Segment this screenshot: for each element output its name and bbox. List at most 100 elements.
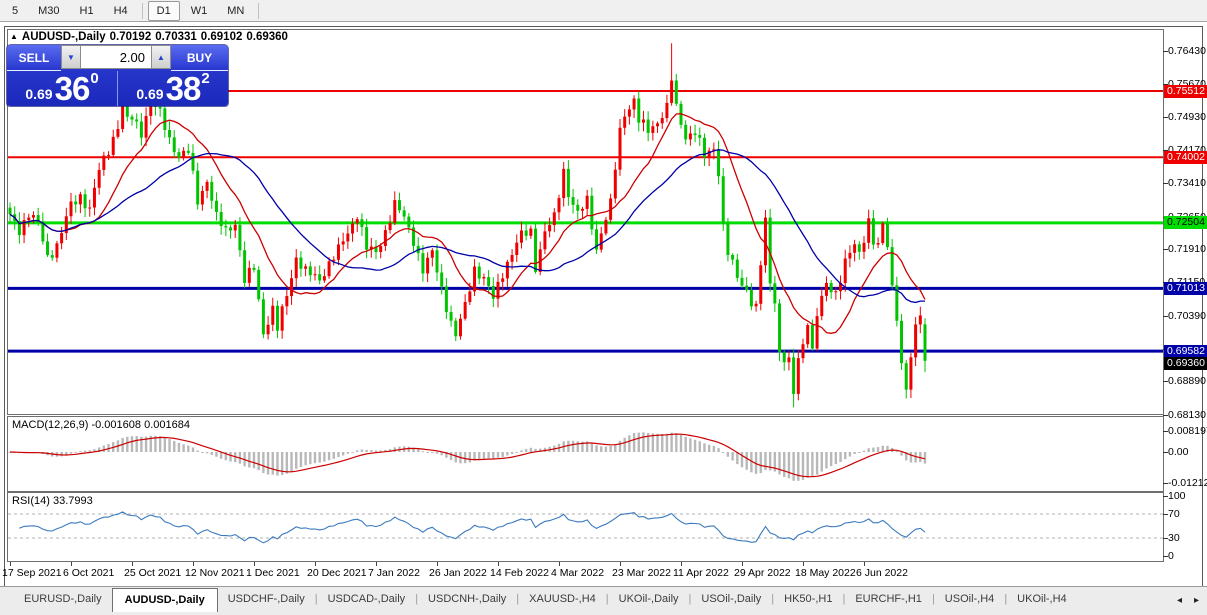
horizontal-levels-layer [8, 90, 1163, 353]
volume-input[interactable] [81, 45, 151, 69]
date-axis-label: 11 Apr 2022 [672, 567, 729, 579]
sell-price-big: 36 [54, 70, 91, 107]
price-axis-label: 0.68130 [1168, 408, 1206, 421]
timeframe-button-m30[interactable]: M30 [29, 1, 68, 21]
date-axis-label: 23 Mar 2022 [611, 567, 671, 579]
timeframe-button-5[interactable]: 5 [3, 1, 27, 21]
sell-price-small: 0.69 [25, 86, 53, 102]
level-price-chip: 0.71013 [1164, 281, 1207, 295]
timeframe-button-w1[interactable]: W1 [182, 1, 217, 21]
price-axis-label: 0.70390 [1168, 309, 1206, 322]
toolbar-separator [258, 2, 260, 19]
symbol-tab-hk50-h1[interactable]: HK50-,H1 [774, 589, 842, 608]
volume-decrease-icon[interactable]: ▼ [61, 45, 81, 69]
sell-button[interactable]: SELL [7, 45, 61, 71]
symbol-tab-eurusd-daily[interactable]: EURUSD-,Daily [14, 589, 112, 608]
macd-axis-label: 0.008197 [1168, 425, 1207, 438]
date-axis-label: 4 Mar 2022 [550, 567, 605, 579]
price-axis-label: 0.73410 [1168, 177, 1206, 190]
date-axis-label: 7 Jan 2022 [367, 567, 420, 579]
rsi-axis-label: 30 [1168, 532, 1180, 544]
date-axis-tick [10, 562, 11, 566]
sell-price-sup: 0 [90, 70, 99, 87]
date-axis-label: 14 Feb 2022 [489, 567, 549, 579]
symbol-tab-usdcad-daily[interactable]: USDCAD-,Daily [318, 589, 416, 608]
date-axis-tick [314, 562, 316, 566]
date-axis-tick [436, 562, 438, 566]
symbol-tab-usdchf-daily[interactable]: USDCHF-,Daily [218, 589, 315, 608]
ohlc-open: 0.70192 [109, 31, 152, 43]
date-axis-tick [558, 562, 560, 566]
date-axis-tick [863, 562, 865, 566]
date-axis-label: 17 Sep 2021 [2, 567, 62, 579]
date-axis-tick [70, 562, 72, 566]
trading-terminal-window: 5 M30 H1 H4 D1 W1 MN ▲ AUDUSD-,Daily 0.70192 0.70… [0, 0, 1207, 615]
price-axis-label: 0.76430 [1168, 44, 1206, 57]
toolbar-separator [141, 2, 143, 19]
date-axis-tick [192, 562, 194, 566]
date-axis-tick [253, 562, 255, 566]
rsi-label: RSI(14) 33.7993 [12, 495, 93, 507]
symbol-tabbar: EURUSD-,Daily AUDUSD-,Daily USDCHF-,Daily |… [0, 586, 1207, 615]
volume-increase-icon[interactable]: ▲ [151, 45, 171, 69]
price-axis-label: 0.71910 [1168, 242, 1206, 255]
date-axis-tick [619, 562, 621, 566]
current-price-chip: 0.69360 [1164, 357, 1207, 371]
macd-label: MACD(12,26,9) -0.001608 0.001684 [12, 419, 190, 431]
date-axis-tick [680, 562, 682, 566]
tabbar-scroll-right-icon[interactable]: ▸ [1194, 595, 1199, 606]
timeframe-button-d1[interactable]: D1 [147, 0, 180, 21]
buy-price-display[interactable]: 0.69 38 2 [118, 71, 228, 106]
macd-axis-label: -0.01212 [1168, 477, 1207, 489]
rsi-axis-label: 100 [1168, 490, 1186, 502]
date-axis-tick [375, 562, 377, 566]
timeframe-button-h4[interactable]: H4 [105, 1, 137, 21]
rsi-axis-label: 70 [1168, 508, 1180, 520]
date-axis-label: 26 Jan 2022 [428, 567, 487, 579]
date-axis-label: 1 Dec 2021 [245, 567, 300, 579]
ohlc-close: 0.69360 [246, 31, 288, 43]
symbol-tab-xauusd-h4[interactable]: XAUUSD-,H4 [519, 589, 606, 608]
date-axis-label: 20 Dec 2021 [306, 567, 367, 579]
ohlc-low: 0.69102 [200, 31, 243, 43]
date-axis-tick [802, 562, 804, 566]
buy-button[interactable]: BUY [171, 45, 228, 71]
symbol-tab-eurchf-h1[interactable]: EURCHF-,H1 [845, 589, 932, 608]
buy-price-big: 38 [165, 70, 202, 107]
tabbar-scroll-left-icon[interactable]: ◂ [1177, 595, 1182, 606]
buy-price-small: 0.69 [136, 86, 164, 102]
price-axis-label: 0.68890 [1168, 375, 1206, 388]
date-axis-tick [741, 562, 743, 566]
symbol-tab-usdcnh-daily[interactable]: USDCNH-,Daily [418, 589, 516, 608]
timeframe-button-mn[interactable]: MN [218, 1, 253, 21]
chart-symbol-label: AUDUSD-,Daily [21, 31, 106, 43]
macd-axis-label: 0.00 [1168, 446, 1189, 458]
date-axis-label: 18 May 2022 [794, 567, 856, 579]
date-axis-label: 6 Jun 2022 [855, 567, 908, 579]
symbol-tab-audusd-daily[interactable]: AUDUSD-,Daily [111, 588, 218, 612]
volume-stepper: ▼ ▲ [61, 45, 171, 69]
level-price-chip: 0.69582 [1164, 344, 1207, 358]
symbol-tab-ukoil-daily[interactable]: UKOil-,Daily [609, 589, 689, 608]
date-axis-tick [131, 562, 133, 566]
collapse-panel-icon[interactable]: ▲ [10, 32, 18, 41]
date-axis-label: 29 Apr 2022 [733, 567, 791, 579]
chart-title: ▲ AUDUSD-,Daily 0.70192 0.70331 0.69102 0.693… [10, 31, 292, 43]
date-axis-label: 25 Oct 2021 [123, 567, 182, 579]
date-axis-label: 6 Oct 2021 [62, 567, 115, 579]
symbol-tab-ukoil-h4[interactable]: UKOil-,H4 [1007, 589, 1077, 608]
level-price-chip: 0.74002 [1164, 150, 1207, 164]
date-axis-label: 12 Nov 2021 [184, 567, 245, 579]
price-axis-label: 0.74930 [1168, 110, 1206, 123]
rsi-pane[interactable] [7, 492, 1164, 562]
ohlc-high: 0.70331 [155, 31, 197, 43]
timeframe-button-h1[interactable]: H1 [71, 1, 103, 21]
symbol-tab-usoil-h4[interactable]: USOil-,H4 [935, 589, 1005, 608]
timeframe-toolbar: 5 M30 H1 H4 D1 W1 MN [0, 0, 1207, 22]
date-axis-tick [497, 562, 499, 566]
sell-price-display[interactable]: 0.69 36 0 [7, 71, 118, 106]
buy-price-sup: 2 [201, 70, 210, 87]
symbol-tab-usoil-daily[interactable]: USOil-,Daily [691, 589, 771, 608]
one-click-trade-panel: SELL ▼ ▲ BUY 0.69 36 0 0.69 38 2 [7, 45, 228, 106]
level-price-chip: 0.72504 [1164, 216, 1207, 230]
